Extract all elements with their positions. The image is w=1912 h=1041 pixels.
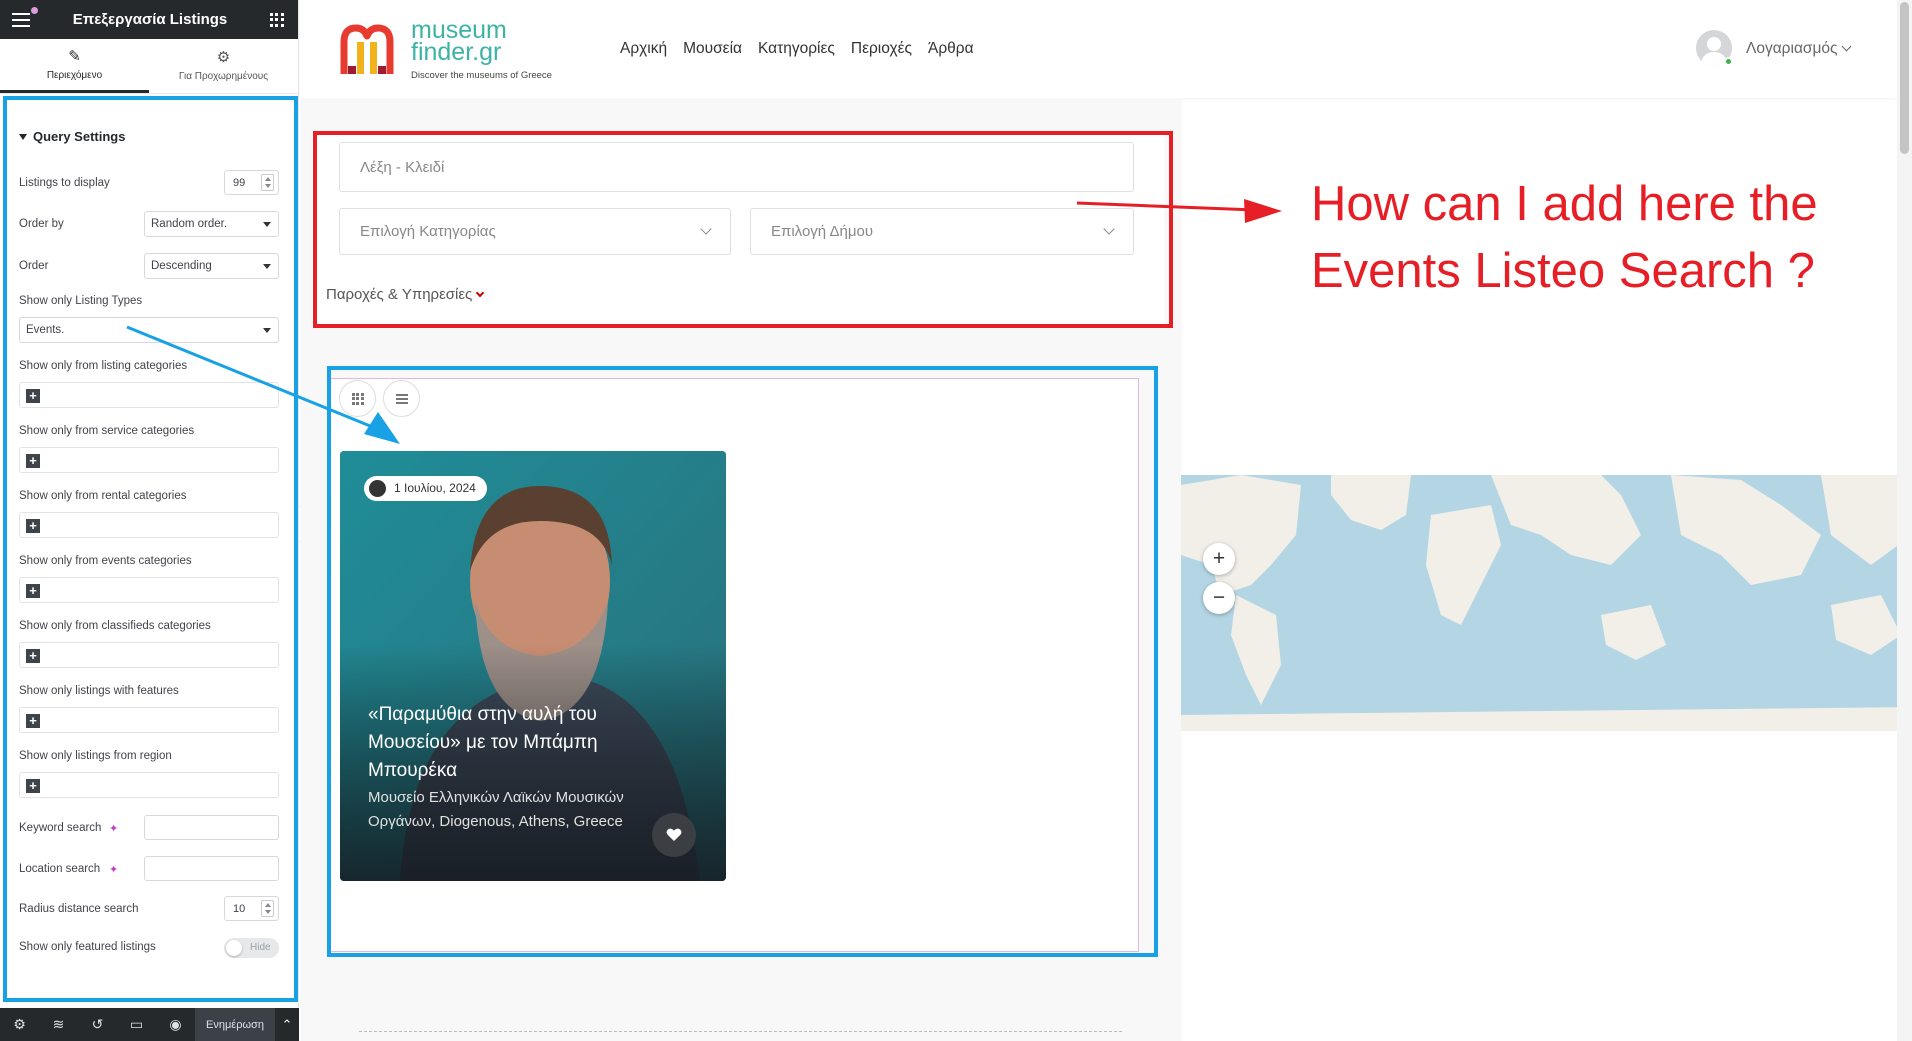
location-search-label: Location search: [19, 863, 101, 875]
menu-icon[interactable]: [12, 6, 38, 27]
keyword-search-label: Keyword search: [19, 822, 102, 834]
classifieds-categories-label: Show only from classifieds categories: [19, 620, 211, 632]
events-categories-field[interactable]: +: [19, 577, 279, 603]
listing-types-label: Show only Listing Types: [19, 295, 143, 307]
plus-icon[interactable]: +: [26, 519, 40, 533]
editor-footer: ⚙ ≋ ↺ ▭ ◉ Ενημέρωση ⌃: [0, 1008, 299, 1041]
settings-icon[interactable]: ⚙: [0, 1016, 39, 1033]
tab-advanced[interactable]: ⚙ Για Προχωρημένους: [149, 39, 298, 93]
tab-content[interactable]: ✎ Περιεχόμενο: [0, 39, 149, 93]
site-header: museum finder.gr Discover the museums of…: [300, 0, 1897, 98]
main-nav: Αρχική Μουσεία Κατηγορίες Περιοχές Άρθρα: [620, 40, 974, 58]
featured-only-label: Show only featured listings: [19, 941, 156, 953]
toggle-text: Hide: [250, 942, 271, 953]
plus-icon[interactable]: +: [26, 649, 40, 663]
highlight-box-listings: [327, 366, 1158, 957]
classifieds-categories-field[interactable]: +: [19, 642, 279, 668]
radius-distance-input[interactable]: 10: [224, 896, 279, 921]
plus-icon[interactable]: +: [26, 389, 40, 403]
service-categories-field[interactable]: +: [19, 447, 279, 473]
gear-icon: ⚙: [216, 49, 231, 66]
featured-only-toggle[interactable]: Hide: [224, 938, 279, 958]
responsive-icon[interactable]: ▭: [117, 1016, 156, 1033]
keyword-search-input[interactable]: [144, 815, 279, 840]
location-search-input[interactable]: [144, 856, 279, 881]
plus-icon[interactable]: +: [26, 454, 40, 468]
annotation-line1: How can I add here the: [1311, 177, 1818, 231]
order-by-label: Order by: [19, 218, 64, 230]
events-categories-label: Show only from events categories: [19, 555, 192, 567]
editor-header: Επεξεργασία Listings: [0, 0, 298, 39]
features-field[interactable]: +: [19, 707, 279, 733]
account-label: Λογαριασμός: [1746, 40, 1838, 57]
stepper-icon[interactable]: [261, 900, 274, 917]
section-placeholder-divider: [359, 1031, 1122, 1032]
order-select[interactable]: Descending: [144, 253, 279, 279]
preview-eye-icon[interactable]: ◉: [156, 1016, 195, 1033]
plus-icon[interactable]: +: [26, 779, 40, 793]
annotation-line2: Events Listeo Search ?: [1311, 244, 1815, 298]
history-icon[interactable]: ↺: [78, 1016, 117, 1033]
radius-distance-label: Radius distance search: [19, 903, 139, 915]
service-categories-label: Show only from service categories: [19, 425, 195, 437]
nav-item-museums[interactable]: Μουσεία: [683, 40, 742, 58]
dynamic-tags-icon[interactable]: ✦: [109, 822, 118, 835]
nav-item-articles[interactable]: Άρθρα: [928, 40, 974, 58]
rental-categories-label: Show only from rental categories: [19, 490, 187, 502]
listing-categories-field[interactable]: +: [19, 382, 279, 408]
listings-map[interactable]: [1181, 475, 1912, 731]
input-value: 99: [233, 177, 246, 189]
update-button[interactable]: Ενημέρωση: [195, 1008, 275, 1041]
map-zoom-in-button[interactable]: +: [1203, 543, 1235, 575]
chevron-down-icon: [1841, 41, 1851, 52]
editor-title: Επεξεργασία Listings: [72, 11, 228, 28]
tab-label: Για Προχωρημένους: [178, 71, 269, 82]
account-menu[interactable]: Λογαριασμός: [1746, 40, 1851, 58]
rental-categories-field[interactable]: +: [19, 512, 279, 538]
listing-categories-label: Show only from listing categories: [19, 360, 188, 372]
page-scrollbar[interactable]: [1897, 0, 1912, 1041]
order-by-select[interactable]: Random order.: [144, 211, 279, 237]
map-zoom-out-button[interactable]: −: [1203, 582, 1235, 614]
caret-down-icon: [19, 133, 27, 140]
online-status-dot: [1724, 57, 1733, 66]
editor-panel: Επεξεργασία Listings ✎ Περιεχόμενο ⚙ Για…: [0, 0, 299, 1041]
input-value: 10: [233, 903, 246, 915]
highlight-box-search: [313, 131, 1173, 328]
plus-icon[interactable]: +: [26, 714, 40, 728]
editor-tabs: ✎ Περιεχόμενο ⚙ Για Προχωρημένους: [0, 39, 298, 94]
features-label: Show only listings with features: [19, 685, 179, 697]
world-map: [1181, 475, 1912, 731]
plus-icon[interactable]: +: [26, 584, 40, 598]
pencil-icon: ✎: [68, 47, 81, 65]
chevron-up-icon[interactable]: ⌃: [275, 1017, 299, 1033]
region-field[interactable]: +: [19, 772, 279, 798]
nav-item-home[interactable]: Αρχική: [620, 40, 667, 58]
dynamic-tags-icon[interactable]: ✦: [109, 863, 118, 876]
section-title: Query Settings: [33, 129, 126, 144]
order-label: Order: [19, 260, 49, 272]
tab-label: Περιεχόμενο: [46, 69, 103, 81]
brand-line2[interactable]: finder.gr: [411, 40, 501, 65]
widgets-grid-icon[interactable]: [269, 12, 284, 27]
nav-item-regions[interactable]: Περιοχές: [851, 40, 912, 58]
region-label: Show only listings from region: [19, 750, 172, 762]
brand-tagline: Discover the museums of Greece: [411, 70, 552, 81]
stepper-icon[interactable]: [261, 174, 274, 191]
listing-types-select[interactable]: Events.: [19, 317, 279, 343]
museumfinder-logo[interactable]: [340, 22, 394, 78]
layers-icon[interactable]: ≋: [39, 1016, 78, 1033]
scrollbar-thumb[interactable]: [1900, 2, 1909, 154]
nav-item-categories[interactable]: Κατηγορίες: [758, 40, 835, 58]
app-window: Επεξεργασία Listings ✎ Περιεχόμενο ⚙ Για…: [0, 0, 1912, 1041]
listings-to-display-label: Listings to display: [19, 177, 110, 189]
query-settings-toggle[interactable]: Query Settings: [19, 129, 125, 144]
listings-to-display-input[interactable]: 99: [224, 170, 279, 195]
